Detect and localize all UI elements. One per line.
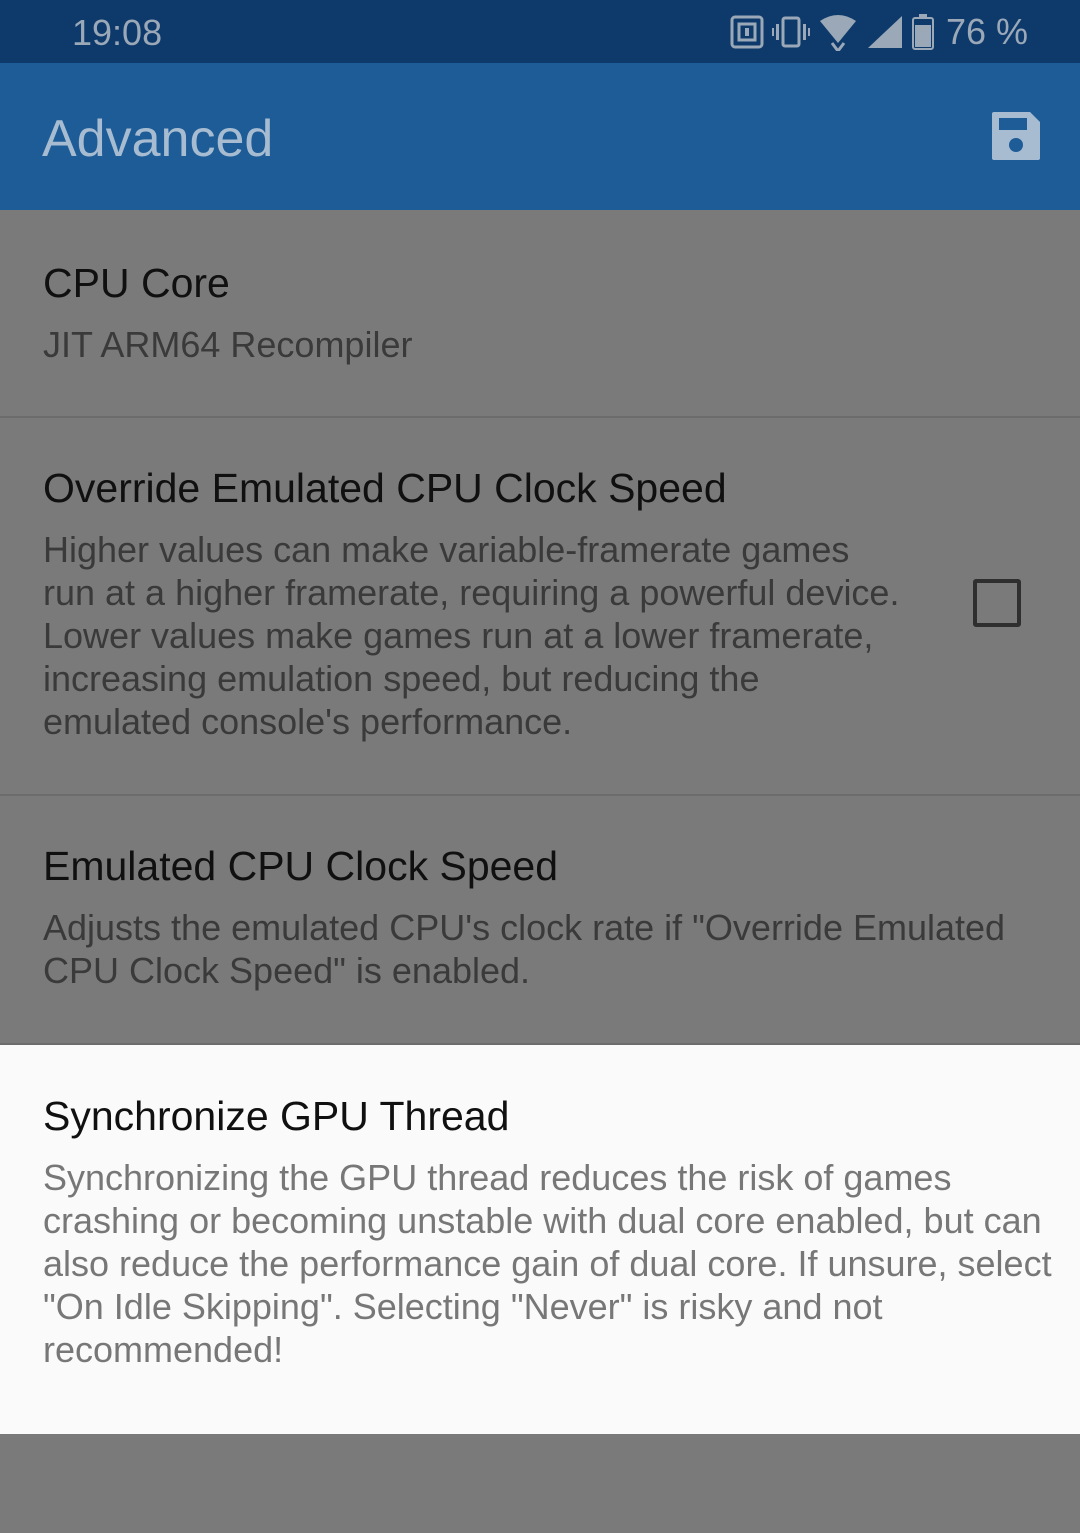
setting-description: Higher values can make variable-framerat… [43,529,900,742]
setting-value: JIT ARM64 Recompiler [43,324,413,365]
wifi-icon [818,13,858,51]
nfc-icon [730,15,764,49]
status-bar: 19:08 76 % [0,0,1080,63]
setting-description: Adjusts the emulated CPU's clock rate if… [43,907,1006,991]
setting-title: Override Emulated CPU Clock Speed [43,465,727,511]
page-title: Advanced [42,110,274,168]
setting-clock-speed[interactable]: Emulated CPU Clock Speed Adjusts the emu… [0,796,1080,1045]
setting-sync-gpu[interactable]: Synchronize GPU Thread Synchronizing the… [0,1045,1080,1434]
setting-title: Synchronize GPU Thread [43,1093,510,1139]
override-clock-checkbox[interactable] [973,579,1021,627]
status-time: 19:08 [72,12,163,53]
setting-override-clock[interactable]: Override Emulated CPU Clock Speed Higher… [0,418,1080,796]
setting-title: Emulated CPU Clock Speed [43,843,559,889]
vibrate-icon [771,15,810,49]
status-icons: 76 % [730,10,1028,54]
save-button[interactable] [990,110,1042,162]
save-icon [990,110,1042,162]
setting-title: CPU Core [43,260,230,306]
setting-cpu-core[interactable]: CPU Core JIT ARM64 Recompiler [0,210,1080,418]
battery-icon [911,14,934,50]
cell-signal-icon [866,14,904,50]
app-bar: Advanced [0,63,1080,210]
setting-description: Synchronizing the GPU thread reduces the… [43,1157,1052,1370]
battery-percent: 76 % [945,11,1028,52]
settings-list: CPU Core JIT ARM64 Recompiler Override E… [0,210,1080,1434]
